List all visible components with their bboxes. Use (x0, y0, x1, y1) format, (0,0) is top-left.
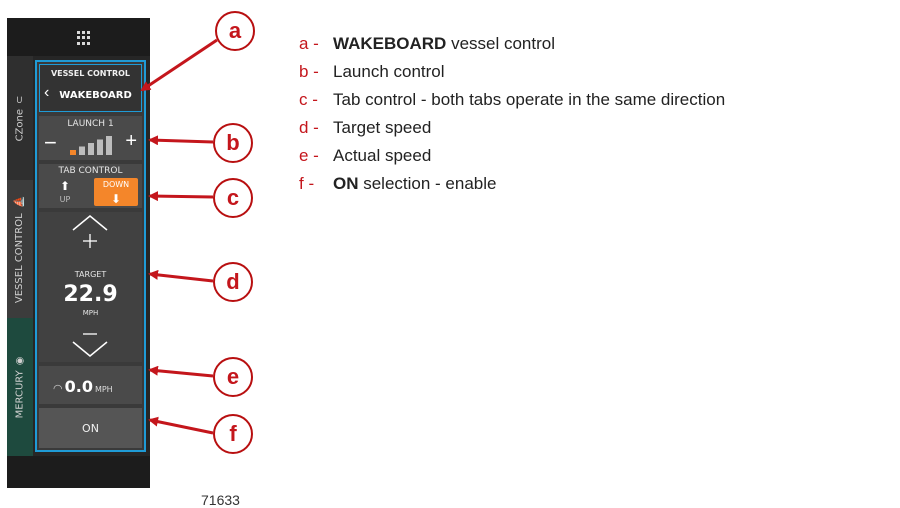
legend-row-c: c - Tab control - both tabs operate in th… (299, 90, 726, 109)
callout-arrow-d (148, 269, 214, 283)
callout-arrow-c (148, 191, 214, 202)
callout-c: c (213, 178, 253, 218)
callout-arrow-b (148, 135, 214, 146)
legend-row-d: d - Target speed (299, 118, 432, 137)
legend-row-e: e - Actual speed (299, 146, 432, 165)
legend-row-f: f - ON selection - enable (299, 174, 497, 193)
callout-a: a (215, 11, 255, 51)
callout-f: f (213, 414, 253, 454)
legend-row-a: a - WAKEBOARD vessel control (299, 34, 556, 53)
callout-e: e (213, 357, 253, 397)
legend-row-b: b - Launch control (299, 62, 445, 81)
callout-arrow-e (148, 365, 214, 378)
callout-b: b (213, 123, 253, 163)
callout-arrows (140, 38, 218, 435)
callout-d: d (213, 262, 253, 302)
callout-arrow-a (140, 38, 218, 92)
figure-number: 71633 (201, 492, 240, 508)
callout-arrow-f (148, 416, 214, 435)
